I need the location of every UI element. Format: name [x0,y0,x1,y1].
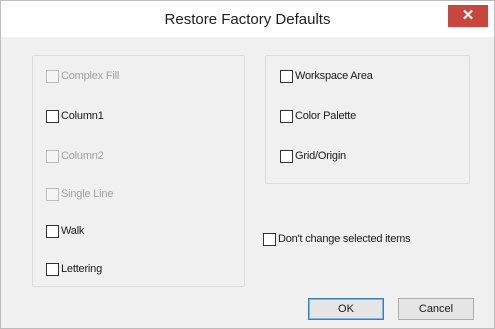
checkbox-label: Workspace Area [295,70,373,82]
checkbox-label: Color Palette [295,110,356,122]
restore-factory-defaults-dialog: Restore Factory Defaults ✕ Complex Fill … [0,0,495,329]
checkbox-box [46,262,59,276]
checkbox-label: Column1 [61,110,104,122]
checkbox-dont-change-selected[interactable]: Don't change selected items [263,231,411,247]
close-icon: ✕ [461,7,475,24]
dialog-title: Restore Factory Defaults [164,11,331,28]
close-button[interactable]: ✕ [448,5,488,27]
checkbox-label: Column2 [61,150,104,162]
checkbox-label: Lettering [61,263,103,275]
checkbox-single-line[interactable]: Single Line [46,186,113,202]
checkbox-box [280,109,293,123]
checkbox-lettering[interactable]: Lettering [46,261,102,277]
checkbox-complex-fill[interactable]: Complex Fill [46,68,119,84]
checkbox-column1[interactable]: Column1 [46,108,104,124]
checkbox-label: Walk [61,225,85,237]
checkbox-label: Complex Fill [61,70,120,82]
checkbox-box [46,109,59,123]
checkbox-workspace-area[interactable]: Workspace Area [280,68,373,84]
checkbox-box [280,69,293,83]
checkbox-box [46,69,59,83]
ok-button[interactable]: OK [308,298,384,320]
checkbox-color-palette[interactable]: Color Palette [280,108,356,124]
checkbox-label: Grid/Origin [295,150,346,162]
checkbox-box [46,149,59,163]
checkbox-box [280,149,293,163]
checkbox-box [46,187,59,201]
title-bar: Restore Factory Defaults ✕ [1,1,494,37]
checkbox-grid-origin[interactable]: Grid/Origin [280,148,346,164]
cancel-button[interactable]: Cancel [398,298,474,320]
checkbox-label: Don't change selected items [278,233,411,245]
checkbox-box [46,224,59,238]
checkbox-walk[interactable]: Walk [46,223,84,239]
checkbox-box [263,232,276,246]
checkbox-label: Single Line [61,188,114,200]
checkbox-column2[interactable]: Column2 [46,148,104,164]
left-options-group [32,55,245,287]
